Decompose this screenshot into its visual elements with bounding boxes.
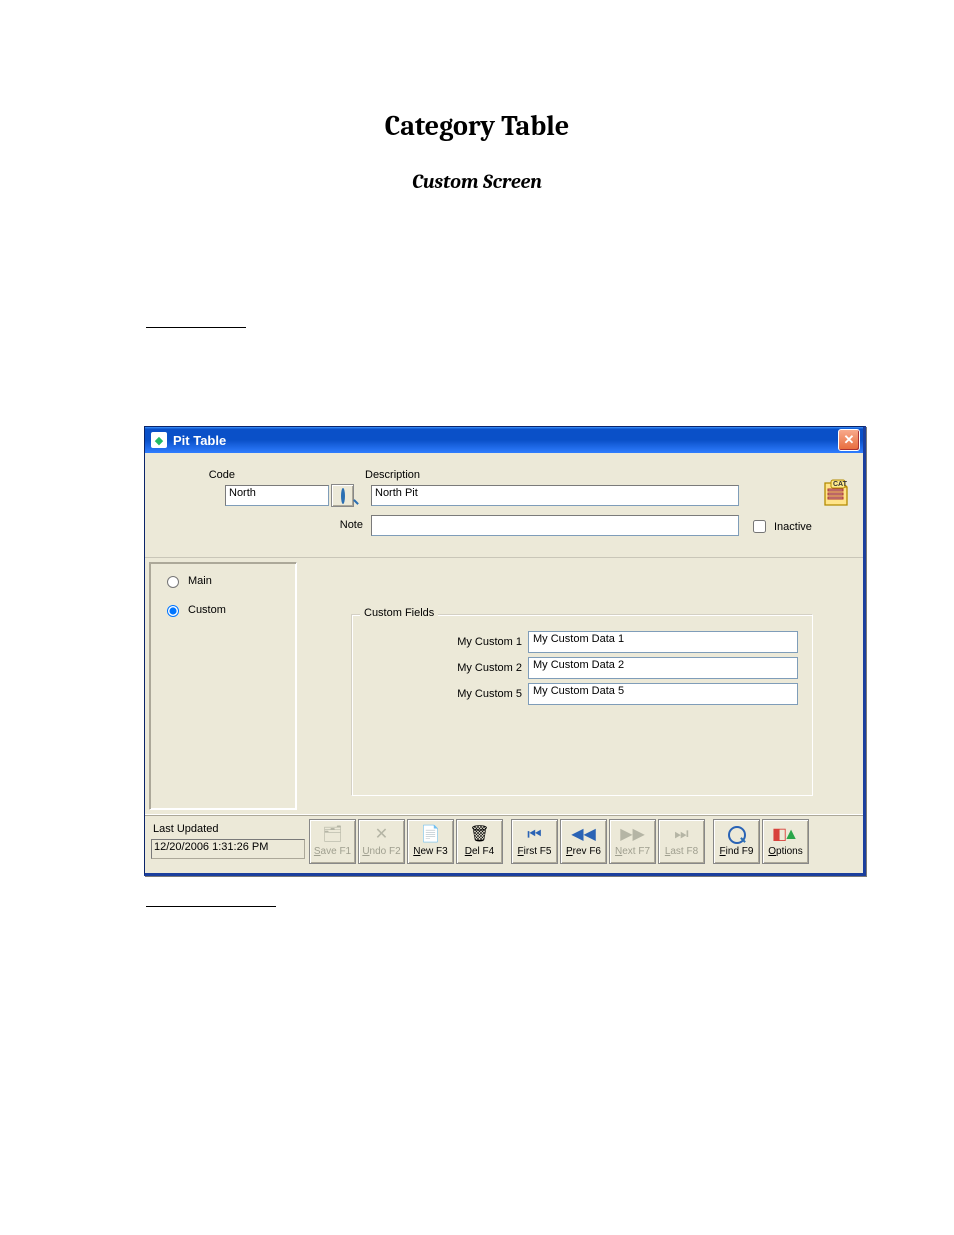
undo-button-label: Undo F2 xyxy=(362,846,400,857)
search-icon xyxy=(728,826,746,844)
new-button-label: New F3 xyxy=(413,846,447,857)
main-panel: Custom Fields My Custom 1 My Custom Data… xyxy=(301,558,863,814)
titlebar[interactable]: ◆ Pit Table ✕ xyxy=(145,427,863,453)
search-icon xyxy=(341,490,345,502)
custom-field-input[interactable]: My Custom Data 5 xyxy=(528,683,798,705)
custom-fields-legend: Custom Fields xyxy=(360,607,438,619)
next-button-label: Next F7 xyxy=(615,846,650,857)
prev-button[interactable]: ◀◀ Prev F6 xyxy=(560,819,607,864)
description-label: Description xyxy=(365,469,445,481)
radio-custom-input[interactable] xyxy=(167,605,179,617)
radio-main-label: Main xyxy=(188,575,212,587)
pit-table-window: ◆ Pit Table ✕ Code North Description Nor… xyxy=(144,426,866,876)
trash-icon: 🗑 xyxy=(469,826,489,844)
delete-button[interactable]: 🗑 Del F4 xyxy=(456,819,503,864)
last-button-label: Last F8 xyxy=(665,846,698,857)
view-selector-panel: Main Custom xyxy=(149,562,297,810)
custom-field-row: My Custom 2 My Custom Data 2 xyxy=(442,657,798,679)
delete-button-label: Del F4 xyxy=(465,846,494,857)
description-input[interactable]: North Pit xyxy=(371,485,739,506)
code-label: Code xyxy=(185,469,235,481)
custom-fields-group: Custom Fields My Custom 1 My Custom Data… xyxy=(351,614,813,796)
last-updated-label: Last Updated xyxy=(153,823,218,835)
custom-field-label: My Custom 1 xyxy=(442,636,522,648)
new-icon: 📄 xyxy=(421,826,441,844)
first-icon: ⏮ xyxy=(527,826,541,844)
close-button[interactable]: ✕ xyxy=(838,429,860,451)
radio-main-input[interactable] xyxy=(167,576,179,588)
custom-field-row: My Custom 1 My Custom Data 1 xyxy=(442,631,798,653)
find-button-label: Find F9 xyxy=(720,846,754,857)
inactive-checkbox-input[interactable] xyxy=(753,520,766,533)
document-subtitle: Custom Screen xyxy=(0,170,954,193)
divider xyxy=(146,906,276,907)
footer-bar: Last Updated 12/20/2006 1:31:26 PM 🗂 Sav… xyxy=(145,814,863,873)
content-area: Main Custom Custom Fields My Custom 1 My… xyxy=(145,558,863,814)
code-input[interactable]: North xyxy=(225,485,329,506)
undo-button: ✕ Undo F2 xyxy=(358,819,405,864)
last-button: ⏭ Last F8 xyxy=(658,819,705,864)
first-button-label: First F5 xyxy=(518,846,552,857)
radio-custom-label: Custom xyxy=(188,604,226,616)
new-button[interactable]: 📄 New F3 xyxy=(407,819,454,864)
custom-field-label: My Custom 2 xyxy=(442,662,522,674)
close-icon: ✕ xyxy=(844,432,855,448)
radio-custom[interactable]: Custom xyxy=(162,602,288,617)
custom-field-input[interactable]: My Custom Data 1 xyxy=(528,631,798,653)
next-button: ▶▶ Next F7 xyxy=(609,819,656,864)
radio-main[interactable]: Main xyxy=(162,573,288,588)
custom-field-row: My Custom 5 My Custom Data 5 xyxy=(442,683,798,705)
save-button-label: Save F1 xyxy=(314,846,351,857)
category-icon[interactable]: CAT xyxy=(821,477,851,507)
prev-icon: ◀◀ xyxy=(571,826,596,844)
note-label: Note xyxy=(323,519,363,531)
last-icon: ⏭ xyxy=(674,826,688,844)
note-input[interactable] xyxy=(371,515,739,536)
custom-field-label: My Custom 5 xyxy=(442,688,522,700)
options-button-label: Options xyxy=(768,846,802,857)
find-button[interactable]: Find F9 xyxy=(713,819,760,864)
divider xyxy=(146,327,246,328)
last-updated-value: 12/20/2006 1:31:26 PM xyxy=(151,839,305,859)
header-form: Code North Description North Pit Note In… xyxy=(145,453,863,558)
undo-icon: ✕ xyxy=(375,826,388,844)
options-icon: ◧▲ xyxy=(772,826,799,844)
window-title: Pit Table xyxy=(173,433,838,448)
next-icon: ▶▶ xyxy=(620,826,645,844)
cat-icon-label: CAT xyxy=(833,481,847,488)
save-icon: 🗂 xyxy=(322,826,342,844)
options-button[interactable]: ◧▲ Options xyxy=(762,819,809,864)
save-button: 🗂 Save F1 xyxy=(309,819,356,864)
document-title: Category Table xyxy=(0,110,954,142)
toolbar: 🗂 Save F1 ✕ Undo F2 📄 New F3 🗑 Del F4 xyxy=(309,819,809,864)
inactive-label: Inactive xyxy=(774,521,812,533)
custom-field-input[interactable]: My Custom Data 2 xyxy=(528,657,798,679)
first-button[interactable]: ⏮ First F5 xyxy=(511,819,558,864)
prev-button-label: Prev F6 xyxy=(566,846,601,857)
inactive-checkbox[interactable]: Inactive xyxy=(749,517,812,536)
code-lookup-button[interactable] xyxy=(331,484,354,507)
app-icon: ◆ xyxy=(151,432,167,448)
